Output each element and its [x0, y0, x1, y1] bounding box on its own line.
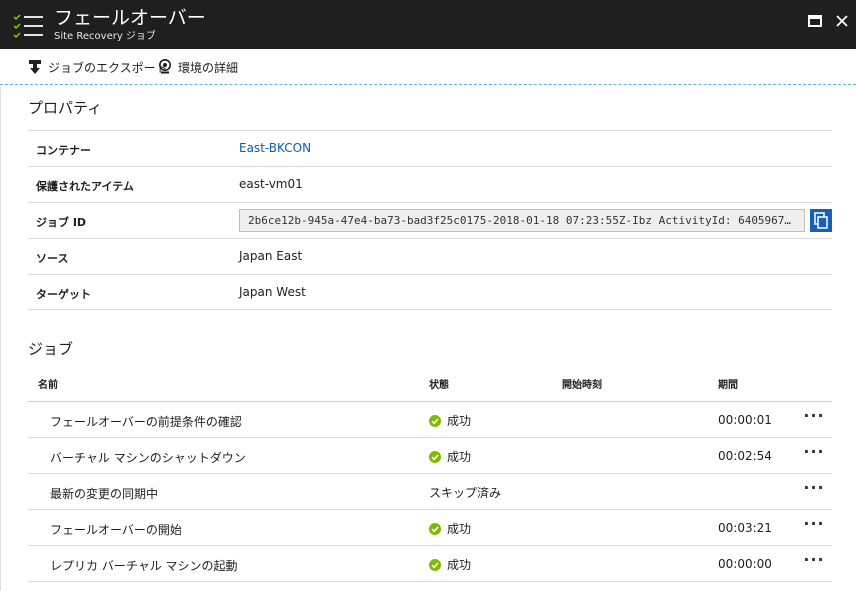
more-options-button[interactable]: ···: [800, 406, 828, 430]
job-name: 最新の変更の同期中: [50, 487, 159, 501]
property-row-protected-item: 保護されたアイテム east-vm01: [28, 166, 832, 202]
jobs-table-header: 名前 状態 開始時刻 期間: [28, 366, 832, 402]
property-row-container: コンテナー East-BKCON: [28, 130, 832, 166]
property-row-source: ソース Japan East: [28, 238, 832, 274]
more-options-button[interactable]: ···: [800, 514, 828, 538]
job-duration: 00:02:54: [718, 449, 772, 463]
more-options-button[interactable]: ···: [800, 550, 828, 574]
close-icon[interactable]: [831, 10, 853, 32]
job-duration: 00:03:21: [718, 521, 772, 535]
job-status-text: 成功: [447, 558, 472, 572]
container-label: コンテナー: [36, 144, 91, 157]
job-name: フェールオーバーの前提条件の確認: [50, 415, 242, 429]
job-id-label: ジョブ ID: [36, 216, 87, 229]
table-row[interactable]: レプリカ バーチャル マシンの起動 成功 00:00:00 ···: [28, 546, 832, 582]
job-list-icon: [13, 14, 43, 39]
export-icon: [29, 60, 41, 74]
job-status: 成功: [429, 412, 471, 429]
column-header-duration[interactable]: 期間: [718, 376, 738, 391]
source-value: Japan East: [239, 249, 303, 263]
copy-icon[interactable]: [810, 209, 832, 232]
protected-item-label: 保護されたアイテム: [36, 180, 134, 193]
job-status-text: 成功: [447, 522, 472, 536]
jobs-heading: ジョブ: [28, 340, 74, 358]
target-value: Japan West: [239, 285, 306, 299]
job-status: 成功: [429, 520, 471, 537]
success-check-icon: [429, 558, 441, 571]
column-header-start-time[interactable]: 開始時刻: [562, 376, 602, 391]
command-bar: ジョブのエクスポート 環境の詳細: [0, 49, 856, 85]
success-check-icon: [429, 414, 441, 427]
success-check-icon: [429, 522, 441, 535]
table-row[interactable]: フェールオーバーの前提条件の確認 成功 00:00:01 ···: [28, 402, 832, 438]
job-duration: 00:00:00: [718, 557, 772, 571]
table-row[interactable]: フェールオーバーの開始 成功 00:03:21 ···: [28, 510, 832, 546]
job-status: 成功: [429, 448, 471, 465]
table-row[interactable]: バーチャル マシンのシャットダウン 成功 00:02:54 ···: [28, 438, 832, 474]
environment-details-button[interactable]: 環境の詳細: [158, 58, 238, 76]
more-options-button[interactable]: ···: [800, 442, 828, 466]
export-jobs-button[interactable]: ジョブのエクスポート: [28, 58, 168, 76]
maximize-icon[interactable]: [804, 10, 826, 32]
blade-title: フェールオーバー: [54, 7, 206, 29]
column-header-status[interactable]: 状態: [429, 376, 449, 391]
property-row-target: ターゲット Japan West: [28, 274, 832, 310]
job-name: フェールオーバーの開始: [50, 523, 182, 537]
source-label: ソース: [36, 252, 69, 265]
blade-header: フェールオーバー Site Recovery ジョブ: [0, 0, 856, 49]
job-status: スキップ済み: [429, 484, 501, 501]
job-status-text: 成功: [447, 414, 472, 428]
job-status-text: スキップ済み: [429, 486, 502, 500]
job-duration: 00:00:01: [718, 413, 772, 427]
target-label: ターゲット: [36, 288, 91, 301]
environment-details-label: 環境の詳細: [178, 60, 239, 75]
job-status: 成功: [429, 556, 471, 573]
more-options-button[interactable]: ···: [800, 478, 828, 502]
table-row[interactable]: 最新の変更の同期中 スキップ済み ···: [28, 474, 832, 510]
left-divider: [0, 86, 1, 591]
job-name: レプリカ バーチャル マシンの起動: [50, 559, 238, 573]
properties-heading: プロパティ: [28, 99, 103, 117]
container-link[interactable]: East-BKCON: [239, 141, 311, 155]
job-id-field[interactable]: 2b6ce12b-945a-47e4-ba73-bad3f25c0175-201…: [239, 209, 805, 232]
blade-subtitle: Site Recovery ジョブ: [54, 31, 156, 42]
success-check-icon: [429, 450, 441, 463]
column-header-name[interactable]: 名前: [38, 376, 58, 391]
protected-item-value: east-vm01: [239, 177, 303, 191]
environment-icon: [159, 59, 171, 74]
job-name: バーチャル マシンのシャットダウン: [50, 451, 246, 465]
export-jobs-label: ジョブのエクスポート: [48, 60, 168, 75]
property-row-job-id: ジョブ ID 2b6ce12b-945a-47e4-ba73-bad3f25c0…: [28, 202, 832, 238]
job-status-text: 成功: [447, 450, 472, 464]
